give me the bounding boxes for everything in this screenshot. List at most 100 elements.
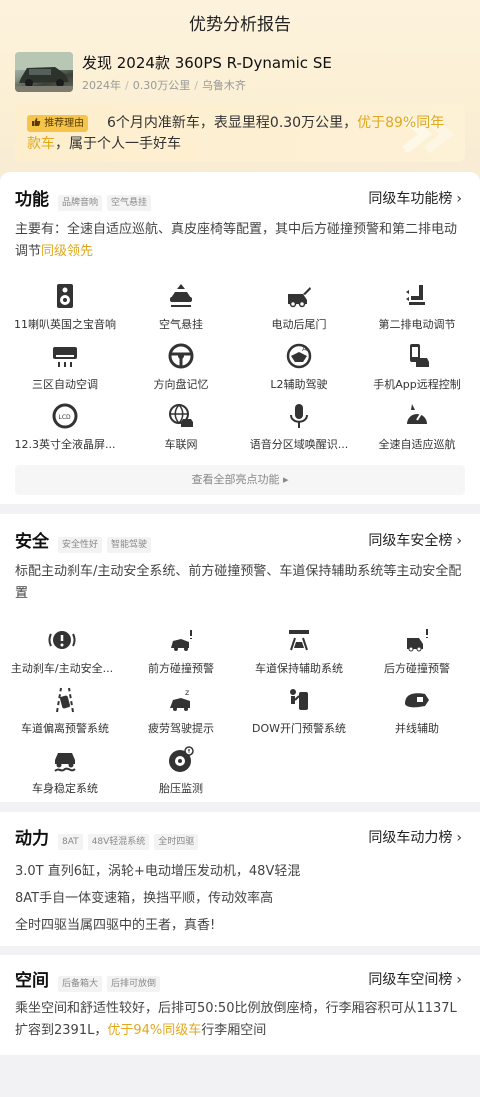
- feature-label: 方向盘记忆: [153, 378, 209, 391]
- tag-list: 安全性好 智能驾驶: [58, 532, 156, 553]
- safety-rank-link[interactable]: 同级车安全榜 ›: [368, 530, 462, 550]
- feature-item[interactable]: 空气悬挂: [121, 282, 241, 332]
- space-rank-link[interactable]: 同级车空间榜 ›: [368, 969, 462, 989]
- safety-label: 车身稳定系统: [32, 782, 98, 795]
- stability-icon: [54, 753, 76, 772]
- thumbs-up-icon: [32, 118, 41, 126]
- tag-chip: 后排可放倒: [107, 976, 161, 992]
- phone-car-icon: [410, 344, 429, 367]
- feature-item[interactable]: 方向盘记忆: [121, 342, 241, 392]
- feature-label: 全速自适应巡航: [378, 438, 456, 451]
- safety-item[interactable]: DOW开门预警系统: [239, 686, 359, 736]
- svg-text:LCD: LCD: [59, 414, 72, 421]
- safety-item[interactable]: 车道保持辅助系统: [239, 626, 359, 676]
- function-description: 主要有：全速自适应巡航、真皮座椅等配置，其中后方碰撞预警和第二排电动调节同级领先: [15, 219, 467, 263]
- safety-item[interactable]: 后方碰撞预警: [357, 626, 477, 676]
- safety-item[interactable]: z 疲劳驾驶提示: [121, 686, 241, 736]
- safety-item[interactable]: 并线辅助: [357, 686, 477, 736]
- tag-list: 后备箱大 后排可放倒: [58, 971, 165, 992]
- feature-label: 语音分区域唤醒识...: [249, 438, 349, 451]
- steering-wheel-icon: [168, 343, 194, 369]
- tag-chip: 8AT: [58, 834, 83, 850]
- car-year: 2024年: [82, 79, 121, 92]
- safety-item[interactable]: 主动刹车/主动安全...: [2, 626, 122, 676]
- feature-label: 三区自动空调: [32, 378, 98, 391]
- see-all-features-button[interactable]: 查看全部亮点功能 ▸: [15, 465, 465, 495]
- feature-label: 空气悬挂: [159, 318, 203, 331]
- feature-item[interactable]: 三区自动空调: [5, 342, 125, 392]
- report-header: 优势分析报告 发现 2024款 360PS R-Dynamic SE 2024年…: [0, 0, 480, 178]
- section-title: 空间: [15, 971, 49, 991]
- feature-item[interactable]: 电动后尾门: [239, 282, 359, 332]
- svg-text:A: A: [302, 345, 307, 353]
- desc-highlight: 优于94%同级车: [107, 1023, 202, 1038]
- lane-departure-icon: [56, 687, 74, 713]
- feature-label: L2辅助驾驶: [270, 378, 328, 391]
- feature-item[interactable]: 全速自适应巡航: [357, 402, 477, 452]
- car-thumbnail[interactable]: [15, 52, 73, 92]
- front-collision-icon: [171, 630, 192, 651]
- recommendation-tag-label: 推荐理由: [44, 118, 85, 129]
- see-all-label: 查看全部亮点功能: [191, 473, 280, 486]
- safety-label: 疲劳驾驶提示: [148, 722, 214, 735]
- active-brake-icon: [48, 631, 76, 649]
- safety-section: 安全 安全性好 智能驾驶 同级车安全榜 › 标配主动刹车/主动安全系统、前方碰撞预警…: [0, 514, 480, 802]
- reason-text-part: 6个月内准新车，表显里程0.30万公里，: [107, 115, 358, 131]
- feature-item[interactable]: 11喇叭英国之宝音响: [5, 282, 125, 332]
- lane-keep-icon: [289, 630, 309, 651]
- rank-link-label: 同级车空间榜: [368, 972, 453, 988]
- rank-link-label: 同级车安全榜: [368, 533, 453, 549]
- safety-label: 前方碰撞预警: [148, 662, 214, 675]
- safety-item[interactable]: 车身稳定系统: [5, 746, 125, 796]
- space-description: 乘坐空间和舒适性较好，后排可50:50比例放倒座椅，行李厢容积可从1137L扩容…: [15, 998, 467, 1042]
- function-section: 功能 品牌音响 空气悬挂 同级车功能榜 › 主要有：全速自适应巡航、真皮座椅等配置，…: [0, 172, 480, 504]
- power-rank-link[interactable]: 同级车动力榜 ›: [368, 827, 462, 847]
- function-rank-link[interactable]: 同级车功能榜 ›: [368, 188, 462, 208]
- safety-label: 车道偏离预警系统: [21, 722, 109, 735]
- feature-item[interactable]: LCD 12.3英寸全液晶屏...: [5, 402, 125, 452]
- section-title: 功能: [15, 190, 49, 210]
- microphone-icon: [290, 404, 308, 428]
- speaker-icon: [57, 284, 73, 308]
- recommendation-text: 6个月内准新车，表显里程0.30万公里，优于89%同年款车，属于个人一手好车: [27, 113, 452, 155]
- safety-label: 胎压监测: [159, 782, 203, 795]
- feature-item[interactable]: 手机App远程控制: [357, 342, 477, 392]
- lcd-gauge-icon: LCD: [52, 403, 78, 429]
- svg-text:z: z: [185, 688, 189, 697]
- section-title: 安全: [15, 532, 49, 552]
- triangle-right-icon: ▸: [282, 473, 289, 486]
- safety-item[interactable]: 前方碰撞预警: [121, 626, 241, 676]
- feature-label: 车联网: [164, 438, 198, 451]
- feature-item[interactable]: A L2辅助驾驶: [239, 342, 359, 392]
- blind-spot-icon: [405, 693, 429, 708]
- chevron-right-icon: ›: [456, 830, 462, 846]
- safety-label: 车道保持辅助系统: [255, 662, 343, 675]
- tire-pressure-icon: [169, 746, 194, 772]
- feature-item[interactable]: 车联网: [121, 402, 241, 452]
- power-tailgate-icon: [288, 287, 311, 308]
- desc-highlight: 同级领先: [41, 244, 94, 259]
- feature-item[interactable]: 第二排电动调节: [357, 282, 477, 332]
- air-suspension-icon: [170, 284, 192, 307]
- recommendation-tag: 推荐理由: [27, 115, 89, 132]
- chevron-right-icon: ›: [456, 972, 462, 988]
- feature-item[interactable]: 语音分区域唤醒识...: [239, 402, 359, 452]
- assisted-driving-icon: A: [286, 343, 312, 369]
- rank-link-label: 同级车动力榜: [368, 830, 453, 846]
- safety-item[interactable]: 车道偏离预警系统: [5, 686, 125, 736]
- feature-label: 11喇叭英国之宝音响: [14, 318, 116, 331]
- rank-link-label: 同级车功能榜: [368, 191, 453, 207]
- tag-chip: 全时四驱: [154, 834, 199, 850]
- meta-separator: /: [194, 79, 198, 92]
- safety-label: 后方碰撞预警: [384, 662, 450, 675]
- tag-chip: 空气悬挂: [107, 195, 152, 211]
- adaptive-cruise-icon: [407, 404, 427, 424]
- door-open-warning-icon: [290, 689, 308, 710]
- safety-label: DOW开门预警系统: [251, 722, 346, 735]
- tag-chip: 智能驾驶: [107, 537, 152, 553]
- fatigue-icon: z: [170, 688, 190, 711]
- safety-label: 并线辅助: [395, 722, 439, 735]
- safety-item[interactable]: 胎压监测: [121, 746, 241, 796]
- car-meta: 2024年/0.30万公里 / 乌鲁木齐: [82, 77, 246, 93]
- feature-label: 电动后尾门: [271, 318, 327, 331]
